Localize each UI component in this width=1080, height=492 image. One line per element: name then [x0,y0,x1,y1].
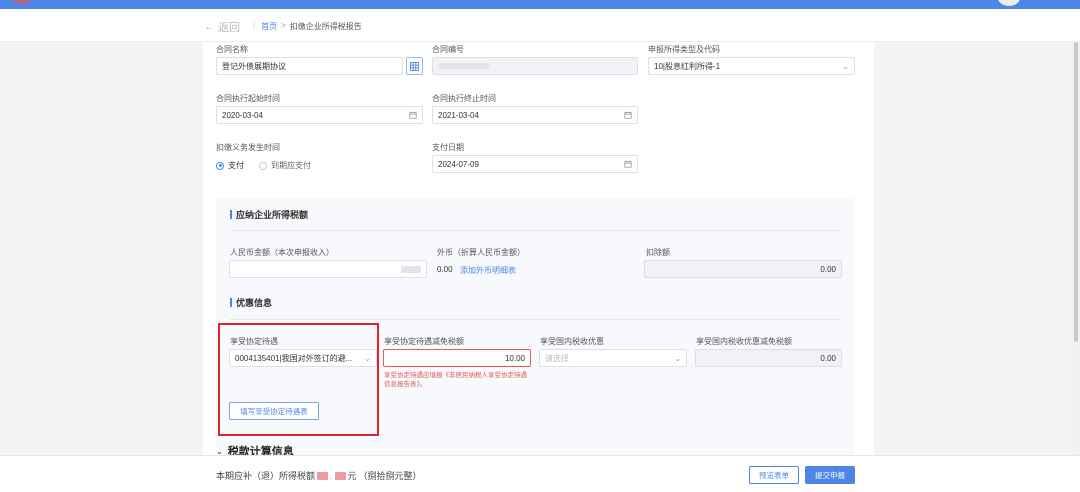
submit-button[interactable]: 提交申报 [805,466,855,484]
foreign-value: 0.00 [437,265,453,274]
radio-due-label: 到期应支付 [271,161,311,170]
deduction-value: 0.00 [820,264,836,274]
treaty-warning: 享受协定待遇应填报《非居民纳税人享受协定待遇信息报告表》。 [384,372,527,388]
payment-date-label: 支付日期 [432,143,464,152]
grid-icon [410,61,419,71]
obligation-time-label: 扣缴义务发生时间 [216,143,280,152]
section-marker [230,298,232,307]
deduction-input[interactable]: 0.00 [644,260,842,278]
contract-no-input[interactable] [432,57,638,75]
contract-start-input[interactable]: 2020-03-04 [216,106,423,124]
section-marker [230,210,232,219]
radio-paid-label: 支付 [228,161,244,170]
decimal-point: . [330,470,333,481]
divider [230,319,840,320]
calendar-icon [409,111,417,119]
radio-due[interactable]: 到期应支付 [259,160,311,171]
contract-end-value: 2021-03-04 [438,110,479,120]
domestic-label: 享受国内税收优惠 [540,337,604,346]
domestic-reduction-input[interactable]: 0.00 [695,349,842,367]
calendar-icon [624,111,632,119]
divider [230,230,840,231]
scrollbar[interactable] [1072,42,1080,455]
income-type-label: 申报所得类型及代码 [648,45,720,54]
breadcrumb-divider: | [253,21,256,30]
breadcrumb-separator: > [281,21,286,30]
tax-section-title-text: 应纳企业所得税额 [236,210,309,220]
calendar-icon [624,160,632,168]
summary-unit: 元 [347,471,357,481]
summary-words: （捌拾捌元整） [358,471,422,481]
contract-end-input[interactable]: 2021-03-04 [432,106,638,124]
contract-start-value: 2020-03-04 [222,110,263,120]
back-label: 返回 [218,22,240,34]
redacted-mask [401,265,421,273]
back-button[interactable]: ← 返回 [204,19,240,35]
radio-paid[interactable]: 支付 [216,160,244,171]
tax-section-title: 应纳企业所得税额 [230,208,308,221]
preview-button[interactable]: 预览表单 [749,466,799,484]
contract-name-input[interactable]: 登记外债展期协议 [216,57,403,75]
treaty-reduction-label: 享受协定待遇减免税额 [384,337,464,346]
benefit-section-title-text: 优惠信息 [236,298,273,308]
contract-start-label: 合同执行起始时间 [216,94,280,103]
rmb-input[interactable] [229,260,427,278]
benefit-section-title: 优惠信息 [230,296,272,309]
breadcrumb: | 首页 > 扣缴企业所得税报告 [253,21,362,32]
contract-name-label: 合同名称 [216,45,248,54]
payment-date-input[interactable]: 2024-07-09 [432,155,638,173]
domestic-reduction-label: 享受国内税收优惠减免税额 [696,337,792,346]
contract-end-label: 合同执行终止时间 [432,94,496,103]
radio-checked-icon [216,161,224,170]
add-foreign-link[interactable]: 添加外币明细表 [460,265,516,276]
contract-name-value: 登记外债展期协议 [222,61,286,71]
footer-bar: 本期应补（退）所得税额 . 元 （捌拾捌元整） 预览表单 提交申报 [0,455,1080,492]
contract-no-label: 合同编号 [432,45,464,54]
logo [14,0,30,4]
redacted-mask [334,471,346,480]
radio-unchecked-icon [259,161,267,170]
breadcrumb-home[interactable]: 首页 [261,21,277,32]
income-type-value: 10|股息红利所得-1 [654,61,721,71]
top-bar [0,0,1080,9]
tax-summary: 本期应补（退）所得税额 . 元 （捌拾捌元整） [216,469,422,482]
deduction-label: 扣除额 [646,248,670,257]
summary-prefix: 本期应补（退）所得税额 [216,471,316,481]
treaty-reduction-input[interactable]: 10.00 [383,349,531,367]
arrow-left-icon: ← [204,21,215,33]
chevron-down-icon: ⌄ [674,353,681,363]
payment-date-value: 2024-07-09 [438,159,479,169]
breadcrumb-current: 扣缴企业所得税报告 [289,22,362,31]
avatar[interactable] [998,0,1020,6]
treaty-reduction-value: 10.00 [504,353,525,363]
page-header: ← 返回 | 首页 > 扣缴企业所得税报告 [0,9,1080,42]
highlight-box [218,323,379,436]
foreign-label: 外币（折算人民币金额） [437,248,525,257]
chevron-down-icon: ⌄ [842,61,849,71]
domestic-select[interactable]: 请选择 ⌄ [539,349,687,367]
income-type-select[interactable]: 10|股息红利所得-1 ⌄ [648,57,855,75]
rmb-label: 人民币金额（本次申报收入） [230,248,334,257]
redacted-mask [317,471,329,480]
contract-picker-button[interactable] [406,57,423,75]
scrollbar-thumb[interactable] [1074,42,1078,342]
redacted-mask [439,63,489,69]
domestic-placeholder: 请选择 [545,353,569,363]
domestic-reduction-value: 0.00 [820,353,836,363]
